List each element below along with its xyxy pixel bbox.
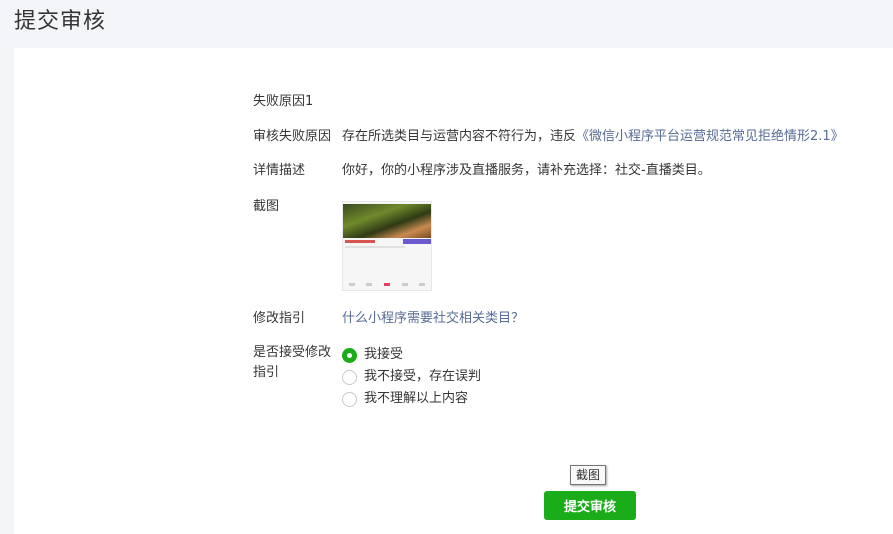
- failure-heading-row: 失败原因1: [253, 92, 342, 112]
- accept-label: 是否接受修改指引: [253, 345, 332, 380]
- radio-reject-circle[interactable]: [342, 369, 357, 385]
- screenshot-tab: [348, 283, 355, 286]
- radio-accept-label: 我接受: [364, 347, 404, 362]
- radio-not-understand-circle[interactable]: [342, 391, 357, 407]
- radio-not-understand-label: 我不理解以上内容: [364, 391, 469, 406]
- screenshot-button: [403, 239, 431, 244]
- screenshot-tab: [401, 283, 408, 286]
- screenshot-tooltip: 截图: [570, 465, 607, 485]
- submit-review-button[interactable]: 提交审核: [544, 491, 636, 520]
- page-title: 提交审核: [14, 9, 107, 34]
- reason-label: 审核失败原因: [253, 129, 332, 144]
- accept-radio-group: 我接受 我不接受，存在误判 我不理解以上内容: [342, 345, 481, 409]
- radio-reject[interactable]: 我不接受，存在误判: [342, 367, 481, 387]
- failure-heading: 失败原因1: [253, 94, 314, 109]
- screenshot-tabbar: [343, 283, 431, 286]
- radio-reject-label: 我不接受，存在误判: [364, 369, 482, 384]
- screenshot-photo: [343, 204, 431, 238]
- screenshot-tab: [419, 283, 426, 286]
- guide-label: 修改指引: [253, 311, 306, 326]
- screenshot-row: 截图: [253, 197, 432, 291]
- guide-row: 修改指引 什么小程序需要社交相关类目？: [253, 309, 524, 329]
- radio-not-understand[interactable]: 我不理解以上内容: [342, 389, 481, 409]
- review-panel: [14, 48, 893, 534]
- guide-link[interactable]: 什么小程序需要社交相关类目？: [342, 309, 524, 329]
- accept-row: 是否接受修改指引 我接受 我不接受，存在误判 我不理解以上内容: [253, 343, 481, 409]
- radio-accept-circle[interactable]: [342, 347, 357, 363]
- screenshot-tab: [366, 283, 373, 286]
- screenshot-text-line: [345, 246, 405, 248]
- detail-row: 详情描述 你好，你的小程序涉及直播服务，请补充选择：社交-直播类目。: [253, 161, 711, 181]
- detail-text: 你好，你的小程序涉及直播服务，请补充选择：社交-直播类目。: [342, 163, 711, 178]
- radio-accept[interactable]: 我接受: [342, 345, 481, 365]
- reason-text: 存在所选类目与运营内容不符行为，违反: [342, 129, 577, 144]
- policy-link[interactable]: 《微信小程序平台运营规范常见拒绝情形2.1》: [576, 129, 844, 144]
- reason-row: 审核失败原因 存在所选类目与运营内容不符行为，违反《微信小程序平台运营规范常见拒…: [253, 127, 844, 147]
- screenshot-thumbnail[interactable]: [342, 201, 432, 291]
- screenshot-tag: [345, 240, 375, 243]
- screenshot-label: 截图: [253, 199, 280, 214]
- detail-label: 详情描述: [253, 163, 306, 178]
- screenshot-tab: [383, 283, 390, 286]
